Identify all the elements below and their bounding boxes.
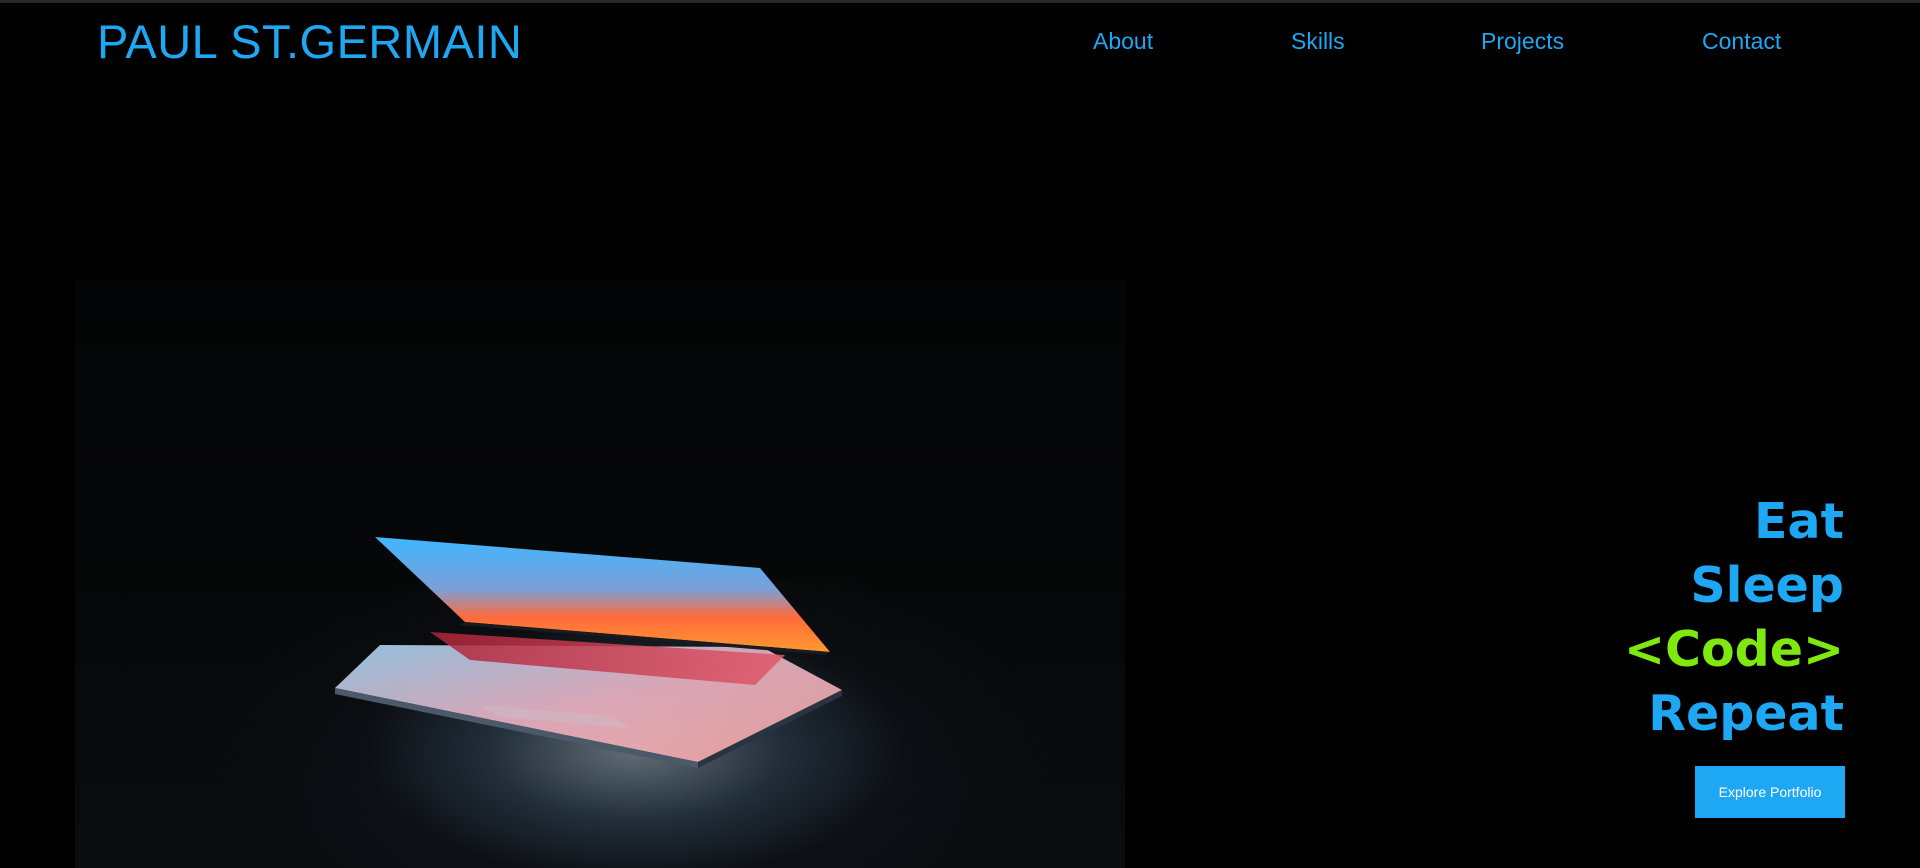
laptop-illustration [335, 537, 842, 768]
nav-link-projects[interactable]: Projects [1481, 26, 1564, 56]
nav-link-skills[interactable]: Skills [1291, 26, 1345, 56]
slogan-line-repeat: Repeat [1648, 685, 1844, 742]
slogan-line-code: <Code> [1623, 621, 1844, 678]
nav-link-contact[interactable]: Contact [1702, 26, 1781, 56]
explore-portfolio-button[interactable]: Explore Portfolio [1695, 766, 1845, 818]
slogan-line-eat: Eat [1754, 493, 1844, 550]
slogan-line-sleep: Sleep [1690, 557, 1844, 614]
main-nav: About Skills Projects Contact [0, 26, 1920, 56]
nav-link-about[interactable]: About [1093, 26, 1153, 56]
hero-slogan: Eat Sleep <Code> Repeat [1444, 490, 1844, 746]
top-border [0, 0, 1920, 3]
